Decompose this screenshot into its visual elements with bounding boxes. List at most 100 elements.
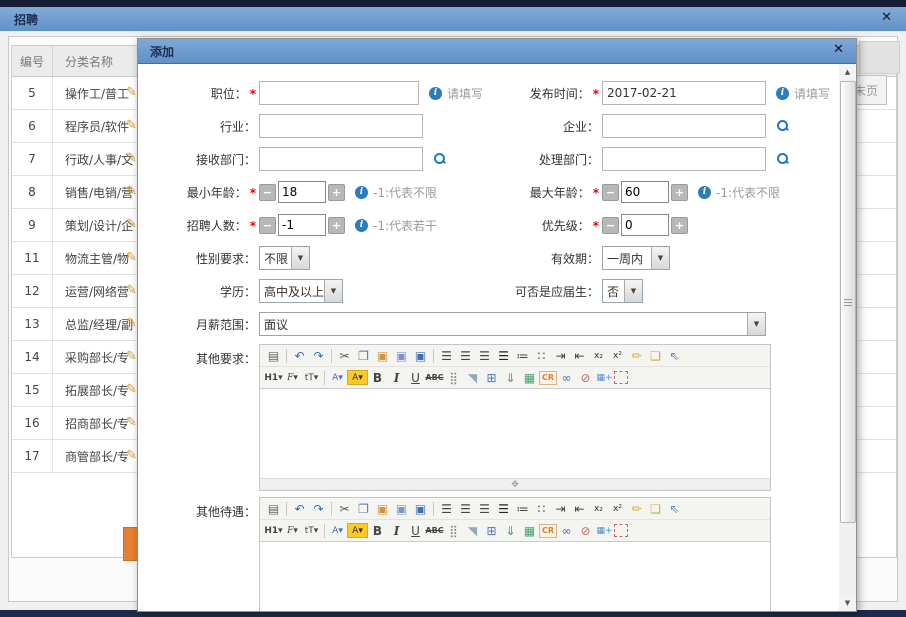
paste-from-word-icon[interactable]: ▣: [411, 347, 430, 364]
minus-stepper[interactable]: −: [259, 184, 276, 201]
unordered-list-icon[interactable]: ∷: [532, 347, 551, 364]
edit-icon[interactable]: ✎: [126, 151, 137, 166]
fullscreen-icon[interactable]: [614, 371, 628, 384]
italic-icon[interactable]: I: [387, 369, 406, 386]
cut-icon[interactable]: ✂: [335, 500, 354, 517]
select-all-icon[interactable]: ⇖: [665, 347, 684, 364]
search-icon[interactable]: [433, 152, 447, 166]
salary-range-select[interactable]: 面议 ▼: [259, 312, 766, 336]
font-family-icon[interactable]: F▾: [283, 522, 302, 539]
image-icon[interactable]: ▦: [520, 369, 539, 386]
indent-icon[interactable]: ⇥: [551, 347, 570, 364]
table-icon[interactable]: ⊞: [482, 369, 501, 386]
superscript-icon[interactable]: x²: [608, 347, 627, 364]
other-requirements-editor-body[interactable]: [260, 389, 770, 478]
highlight-color-icon[interactable]: A▾: [347, 523, 368, 538]
chevron-down-icon[interactable]: ▼: [624, 280, 642, 302]
screenshot-icon[interactable]: ▦+: [595, 369, 614, 386]
fresh-graduate-select[interactable]: 否 ▼: [602, 279, 643, 303]
justify-icon[interactable]: ☰: [494, 347, 513, 364]
plus-stepper[interactable]: +: [671, 184, 688, 201]
copy-icon[interactable]: ❐: [354, 500, 373, 517]
select-all-icon[interactable]: ⇖: [665, 500, 684, 517]
align-right-icon[interactable]: ☰: [475, 347, 494, 364]
undo-icon[interactable]: ↶: [290, 347, 309, 364]
paste-icon[interactable]: ▣: [373, 347, 392, 364]
text-color-icon[interactable]: A▾: [328, 369, 347, 386]
edit-icon[interactable]: ✎: [126, 349, 137, 364]
bold-icon[interactable]: B: [368, 369, 387, 386]
superscript-icon[interactable]: x²: [608, 500, 627, 517]
chevron-down-icon[interactable]: ▼: [324, 280, 342, 302]
enterprise-input[interactable]: [602, 114, 766, 138]
source-icon[interactable]: ▤: [264, 500, 283, 517]
position-input[interactable]: [259, 81, 419, 105]
fullscreen-icon[interactable]: [614, 524, 628, 537]
font-size-icon[interactable]: tT▾: [302, 522, 321, 539]
align-center-icon[interactable]: ☰: [456, 347, 475, 364]
align-center-icon[interactable]: ☰: [456, 500, 475, 517]
bold-icon[interactable]: B: [368, 522, 387, 539]
gender-select[interactable]: 不限 ▼: [259, 246, 310, 270]
font-size-icon[interactable]: tT▾: [302, 369, 321, 386]
unordered-list-icon[interactable]: ∷: [532, 500, 551, 517]
eraser-icon[interactable]: ◥: [463, 369, 482, 386]
italic-icon[interactable]: I: [387, 522, 406, 539]
highlight-color-icon[interactable]: A▾: [347, 370, 368, 385]
receive-dept-input[interactable]: [259, 147, 423, 171]
max-age-input[interactable]: [621, 181, 669, 203]
ordered-list-icon[interactable]: ≔: [513, 500, 532, 517]
text-color-icon[interactable]: A▾: [328, 522, 347, 539]
media-icon[interactable]: CR: [539, 371, 557, 385]
redo-icon[interactable]: ↷: [309, 347, 328, 364]
outdent-icon[interactable]: ⇤: [570, 500, 589, 517]
strikethrough-icon[interactable]: ABC: [425, 369, 444, 386]
scroll-up-icon[interactable]: ▲: [839, 64, 856, 80]
paste-icon[interactable]: ▣: [373, 500, 392, 517]
ordered-list-icon[interactable]: ≔: [513, 347, 532, 364]
copy-icon[interactable]: ❐: [354, 347, 373, 364]
toolbar-button[interactable]: [859, 41, 900, 74]
validity-select[interactable]: 一周内 ▼: [602, 246, 670, 270]
undo-icon[interactable]: ↶: [290, 500, 309, 517]
table-icon[interactable]: ⊞: [482, 522, 501, 539]
subscript-icon[interactable]: x₂: [589, 500, 608, 517]
edit-icon[interactable]: ✎: [126, 85, 137, 100]
align-right-icon[interactable]: ☰: [475, 500, 494, 517]
edit-icon[interactable]: ✎: [126, 316, 137, 331]
scroll-down-icon[interactable]: ▼: [839, 595, 856, 611]
paste-as-text-icon[interactable]: ▣: [392, 347, 411, 364]
plus-stepper[interactable]: +: [328, 217, 345, 234]
image-icon[interactable]: ▦: [520, 522, 539, 539]
edit-icon[interactable]: ✎: [126, 217, 137, 232]
handle-dept-input[interactable]: [602, 147, 766, 171]
symbols-icon[interactable]: ⣿: [444, 522, 463, 539]
dialog-scrollbar[interactable]: ▲ ▼: [839, 64, 856, 611]
justify-icon[interactable]: ☰: [494, 500, 513, 517]
horizontal-rule-icon[interactable]: ⇓: [501, 369, 520, 386]
editor-resize-handle[interactable]: ✥: [260, 478, 770, 490]
screenshot-icon[interactable]: ▦+: [595, 522, 614, 539]
symbols-icon[interactable]: ⣿: [444, 369, 463, 386]
recruit-count-input[interactable]: [278, 214, 326, 236]
unlink-icon[interactable]: ⊘: [576, 522, 595, 539]
edit-icon[interactable]: ✎: [126, 448, 137, 463]
link-icon[interactable]: ∞: [557, 522, 576, 539]
align-left-icon[interactable]: ☰: [437, 347, 456, 364]
scrollbar-thumb[interactable]: [840, 81, 856, 523]
min-age-input[interactable]: [278, 181, 326, 203]
horizontal-rule-icon[interactable]: ⇓: [501, 522, 520, 539]
source-icon[interactable]: ▤: [264, 347, 283, 364]
minus-stepper[interactable]: −: [602, 217, 619, 234]
paste-as-text-icon[interactable]: ▣: [392, 500, 411, 517]
strikethrough-icon[interactable]: ABC: [425, 522, 444, 539]
industry-input[interactable]: [259, 114, 423, 138]
redo-icon[interactable]: ↷: [309, 500, 328, 517]
edit-icon[interactable]: ✎: [126, 382, 137, 397]
minus-stepper[interactable]: −: [602, 184, 619, 201]
paste-from-word-icon[interactable]: ▣: [411, 500, 430, 517]
font-family-icon[interactable]: F▾: [283, 369, 302, 386]
chevron-down-icon[interactable]: ▼: [651, 247, 669, 269]
outdent-icon[interactable]: ⇤: [570, 347, 589, 364]
other-benefits-editor-body[interactable]: [260, 542, 770, 611]
